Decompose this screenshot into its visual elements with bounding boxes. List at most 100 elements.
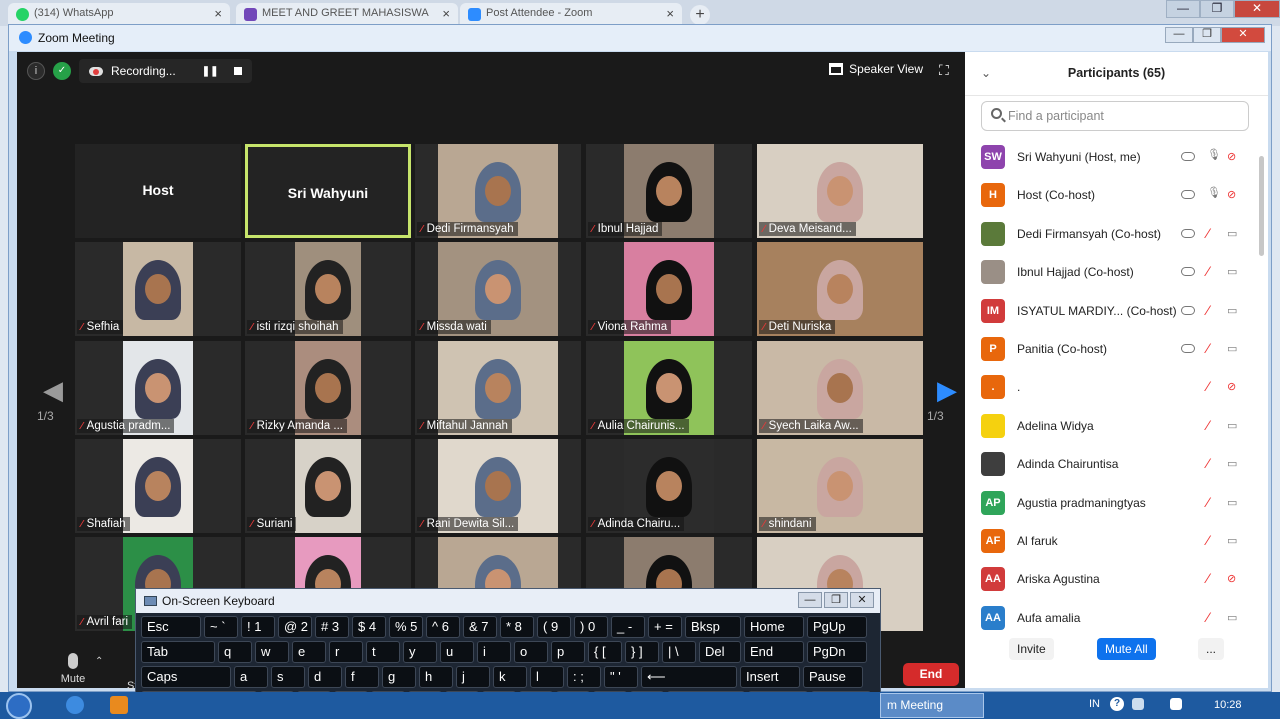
- camera-icon[interactable]: ▭: [1227, 611, 1243, 624]
- keyboard-key[interactable]: Tab: [141, 641, 215, 663]
- info-icon[interactable]: i: [27, 62, 45, 80]
- keyboard-key[interactable]: } ]: [625, 641, 659, 663]
- tab-post-attendee[interactable]: Post Attendee - Zoom ×: [460, 3, 682, 26]
- video-tile[interactable]: ⁄ Missda wati: [415, 242, 581, 336]
- minimize-button[interactable]: —: [798, 592, 822, 608]
- stop-icon[interactable]: [234, 67, 243, 75]
- video-tile[interactable]: ⁄ Suriani: [245, 439, 411, 533]
- microphone-icon[interactable]: 🎙: [1207, 186, 1221, 202]
- muted-mic-icon[interactable]: ⁄: [1207, 532, 1217, 548]
- invite-button[interactable]: Invite: [1009, 638, 1054, 660]
- video-tile[interactable]: ⁄ Dedi Firmansyah: [415, 144, 581, 238]
- muted-mic-icon[interactable]: ⁄: [1207, 340, 1217, 356]
- participant-row[interactable]: AP Agustia pradmaningtyas ⁄ ▭: [965, 484, 1255, 522]
- keyboard-key[interactable]: Insert: [740, 666, 800, 688]
- end-meeting-button[interactable]: End: [903, 663, 959, 686]
- flag-icon[interactable]: [1170, 698, 1182, 710]
- muted-mic-icon[interactable]: ⁄: [1207, 417, 1217, 433]
- video-tile[interactable]: ⁄ Aulia Chairunis...: [586, 341, 752, 435]
- camera-icon[interactable]: ▭: [1227, 496, 1243, 509]
- maximize-button[interactable]: ❐: [1193, 27, 1221, 43]
- participant-row[interactable]: Ibnul Hajjad (Co-host) ⁄ ▭: [965, 253, 1255, 291]
- next-page-icon[interactable]: ▶: [937, 375, 957, 406]
- keyboard-key[interactable]: ⟵: [641, 666, 737, 688]
- keyboard-key[interactable]: d: [308, 666, 342, 688]
- camera-off-icon[interactable]: ⊘: [1227, 380, 1243, 393]
- keyboard-key[interactable]: @ 2: [278, 616, 312, 638]
- video-tile[interactable]: ⁄ Sefhia: [75, 242, 241, 336]
- keyboard-key[interactable]: l: [530, 666, 564, 688]
- participant-row[interactable]: .. ⁄ ⊘: [965, 368, 1255, 406]
- keyboard-key[interactable]: " ': [604, 666, 638, 688]
- keyboard-key[interactable]: ( 9: [537, 616, 571, 638]
- keyboard-key[interactable]: g: [382, 666, 416, 688]
- minimize-button[interactable]: —: [1166, 0, 1200, 18]
- close-icon[interactable]: ×: [214, 6, 222, 21]
- muted-mic-icon[interactable]: ⁄: [1207, 225, 1217, 241]
- participant-row[interactable]: AA Aufa amalia ⁄ ▭: [965, 599, 1255, 637]
- participant-row[interactable]: H Host (Co-host) 🎙 ⊘: [965, 176, 1255, 214]
- video-tile[interactable]: ⁄ Ibnul Hajjad: [586, 144, 752, 238]
- keyboard-key[interactable]: : ;: [567, 666, 601, 688]
- close-button[interactable]: ✕: [850, 592, 874, 608]
- keyboard-key[interactable]: $ 4: [352, 616, 386, 638]
- video-tile[interactable]: ⁄ Rani Dewita Sil...: [415, 439, 581, 533]
- caret-up-icon[interactable]: ⌃: [95, 656, 103, 667]
- video-tile[interactable]: ⁄ Miftahul Jannah: [415, 341, 581, 435]
- camera-icon[interactable]: ▭: [1227, 227, 1243, 240]
- keyboard-key[interactable]: i: [477, 641, 511, 663]
- muted-mic-icon[interactable]: ⁄: [1207, 609, 1217, 625]
- keyboard-key[interactable]: h: [419, 666, 453, 688]
- keyboard-key[interactable]: Caps: [141, 666, 231, 688]
- start-button[interactable]: [6, 693, 32, 719]
- keyboard-key[interactable]: _ -: [611, 616, 645, 638]
- ie-icon[interactable]: [66, 696, 84, 714]
- video-tile[interactable]: ⁄ Shafiah: [75, 439, 241, 533]
- keyboard-key[interactable]: t: [366, 641, 400, 663]
- video-tile[interactable]: ⁄ Deti Nuriska: [757, 242, 923, 336]
- camera-off-icon[interactable]: ⊘: [1227, 572, 1243, 585]
- network-icon[interactable]: [1132, 698, 1144, 710]
- keyboard-key[interactable]: | \: [662, 641, 696, 663]
- keyboard-key[interactable]: # 3: [315, 616, 349, 638]
- camera-off-icon[interactable]: ⊘: [1227, 150, 1243, 163]
- video-tile[interactable]: ⁄ shindani: [757, 439, 923, 533]
- video-tile[interactable]: ⁄ Syech Laika Aw...: [757, 341, 923, 435]
- muted-mic-icon[interactable]: ⁄: [1207, 302, 1217, 318]
- pause-icon[interactable]: ❚❚: [202, 66, 219, 77]
- scrollbar[interactable]: [1259, 156, 1264, 256]
- keyboard-key[interactable]: & 7: [463, 616, 497, 638]
- keyboard-key[interactable]: ^ 6: [426, 616, 460, 638]
- keyboard-key[interactable]: { [: [588, 641, 622, 663]
- mute-all-button[interactable]: Mute All: [1097, 638, 1156, 660]
- close-button[interactable]: ✕: [1234, 0, 1280, 18]
- new-tab-button[interactable]: +: [690, 5, 710, 25]
- keyboard-key[interactable]: ~ `: [204, 616, 238, 638]
- keyboard-key[interactable]: ! 1: [241, 616, 275, 638]
- muted-mic-icon[interactable]: ⁄: [1207, 455, 1217, 471]
- video-tile[interactable]: ⁄ Viona Rahma: [586, 242, 752, 336]
- muted-mic-icon[interactable]: ⁄: [1207, 570, 1217, 586]
- maximize-button[interactable]: ❐: [824, 592, 848, 608]
- keyboard-key[interactable]: f: [345, 666, 379, 688]
- keyboard-key[interactable]: a: [234, 666, 268, 688]
- keyboard-key[interactable]: % 5: [389, 616, 423, 638]
- video-tile[interactable]: ⁄ Deva Meisand...: [757, 144, 923, 238]
- more-button[interactable]: ...: [1198, 638, 1225, 660]
- keyboard-key[interactable]: PgUp: [807, 616, 867, 638]
- taskbar-zoom-meeting[interactable]: m Meeting: [880, 693, 984, 718]
- camera-icon[interactable]: ▭: [1227, 304, 1243, 317]
- keyboard-key[interactable]: p: [551, 641, 585, 663]
- participant-row[interactable]: Dedi Firmansyah (Co-host) ⁄ ▭: [965, 215, 1255, 253]
- media-player-icon[interactable]: [110, 696, 128, 714]
- speaker-view-button[interactable]: Speaker View: [829, 62, 923, 76]
- keyboard-key[interactable]: + =: [648, 616, 682, 638]
- close-icon[interactable]: ×: [666, 6, 674, 21]
- keyboard-key[interactable]: End: [744, 641, 804, 663]
- video-tile[interactable]: Host: [75, 144, 241, 238]
- participant-row[interactable]: IM ISYATUL MARDIY... (Co-host) ⁄ ▭: [965, 292, 1255, 330]
- camera-icon[interactable]: ▭: [1227, 534, 1243, 547]
- video-tile[interactable]: ⁄ Rizky Amanda ...: [245, 341, 411, 435]
- camera-icon[interactable]: ▭: [1227, 419, 1243, 432]
- keyboard-key[interactable]: q: [218, 641, 252, 663]
